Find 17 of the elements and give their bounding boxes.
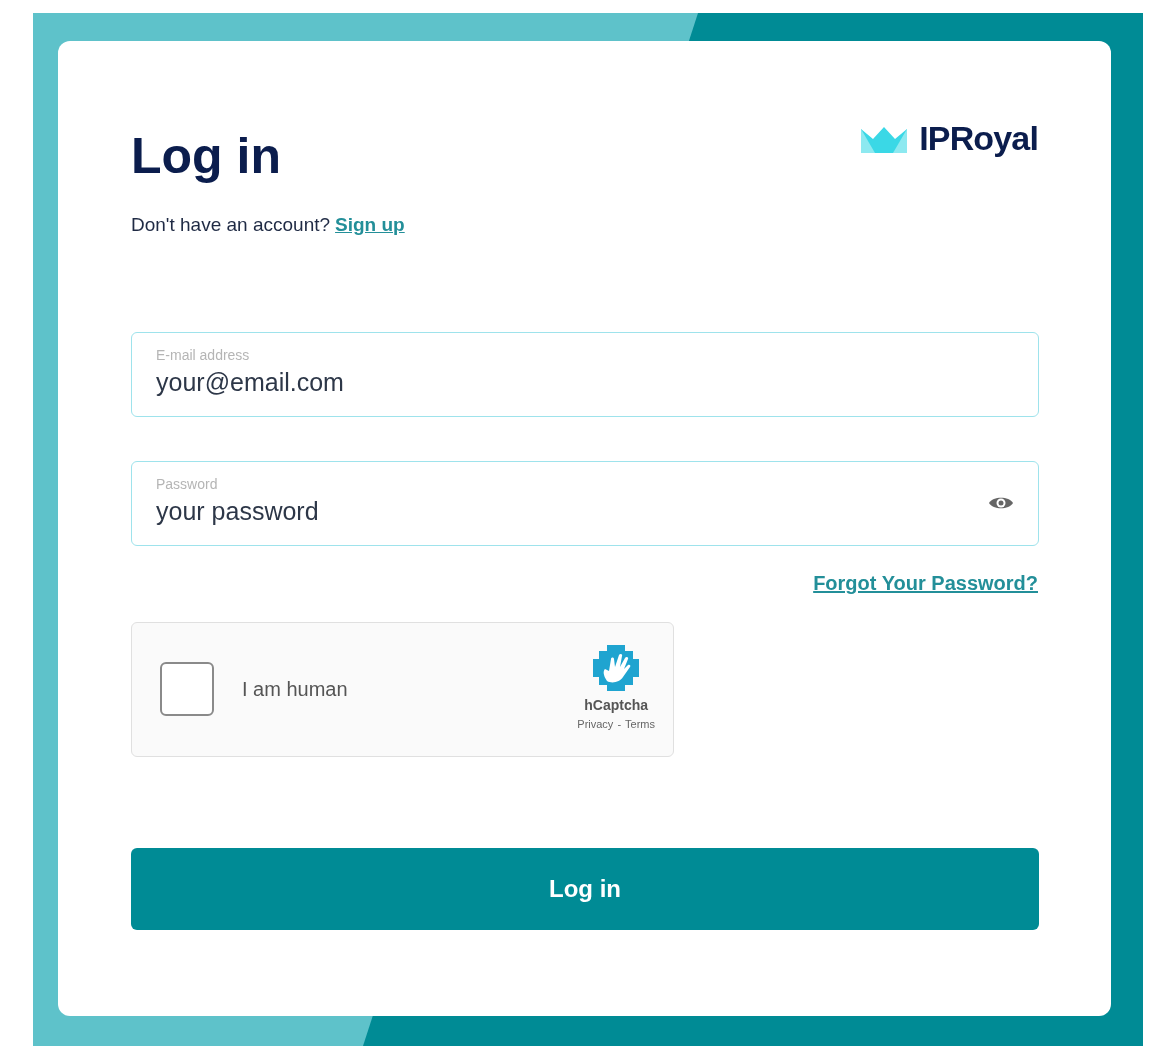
terms-link[interactable]: Terms xyxy=(625,716,655,733)
password-input[interactable]: your password xyxy=(156,493,988,531)
captcha-checkbox[interactable] xyxy=(160,662,214,716)
email-field[interactable]: E-mail address your@email.com xyxy=(131,331,1039,417)
page-title: Log in xyxy=(131,131,281,181)
signup-link[interactable]: Sign up xyxy=(335,211,405,240)
captcha-brand: hCaptcha xyxy=(584,696,649,716)
password-field[interactable]: Password your password xyxy=(131,460,1039,546)
signup-prompt: Don't have an account? xyxy=(131,213,331,237)
brand-name: IPRoyal xyxy=(919,118,1038,159)
privacy-link[interactable]: Privacy xyxy=(577,716,614,733)
separator: - xyxy=(617,717,622,733)
email-input[interactable]: your@email.com xyxy=(156,364,1014,402)
hand-logo-icon xyxy=(593,645,640,692)
forgot-password-link[interactable]: Forgot Your Password? xyxy=(813,567,1038,598)
captcha-label: I am human xyxy=(242,677,348,702)
login-button[interactable]: Log in xyxy=(131,847,1039,930)
